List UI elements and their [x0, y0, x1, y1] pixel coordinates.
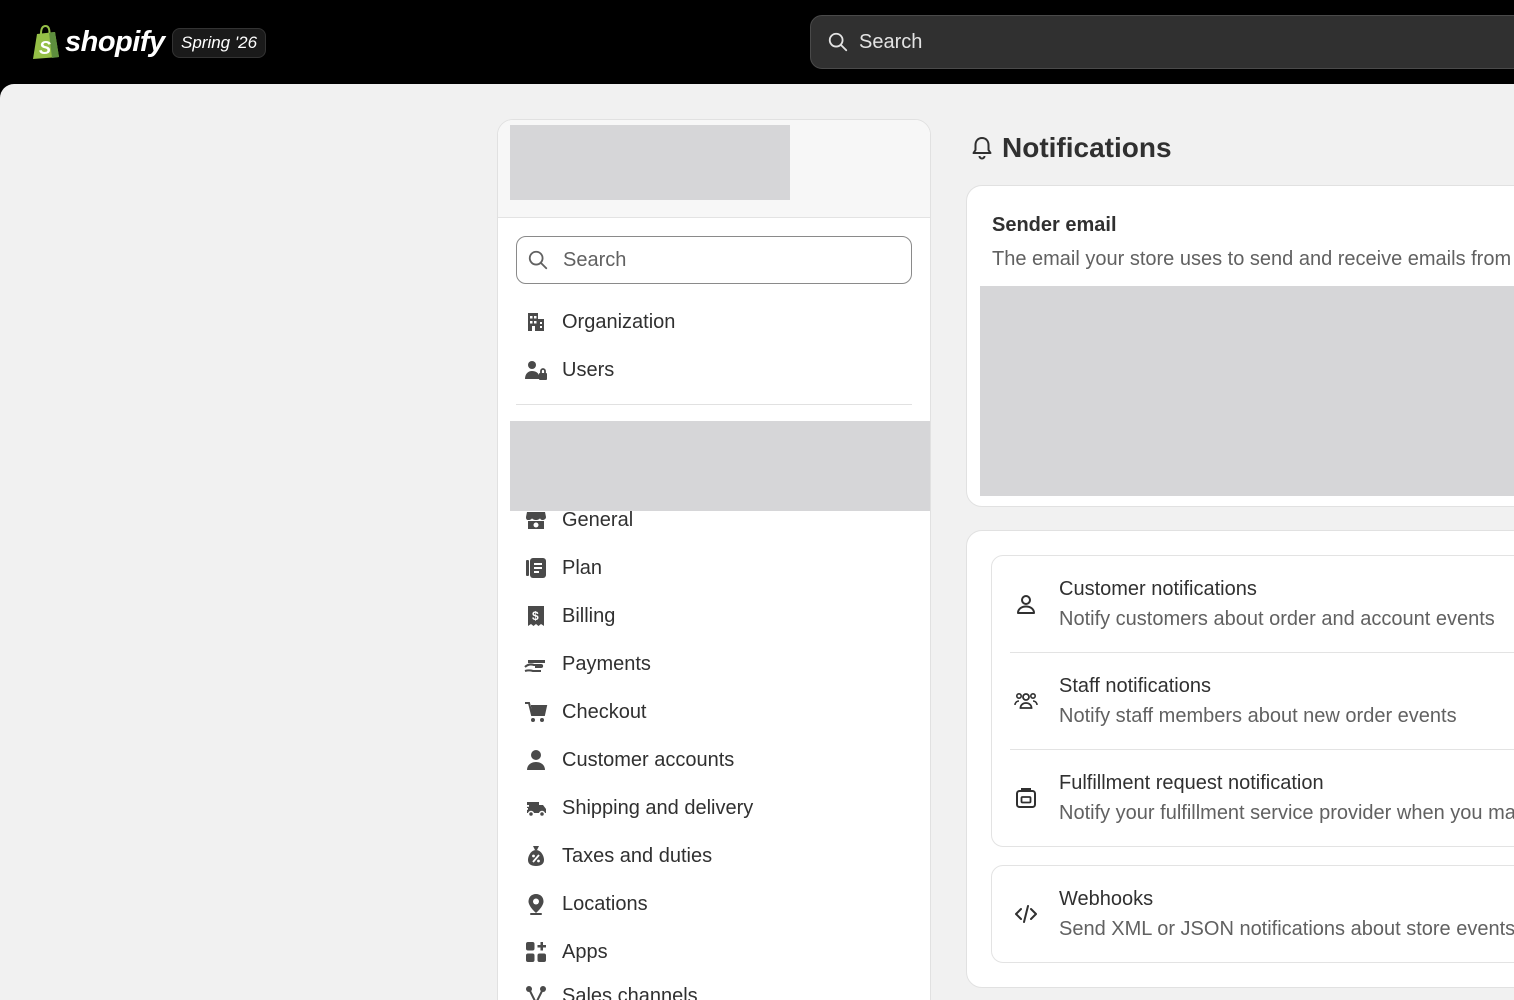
billing-receipt-icon: $ — [524, 604, 548, 628]
sidebar-item-customer-accounts[interactable]: Customer accounts — [524, 740, 734, 780]
store-header — [498, 120, 930, 218]
version-badge: Spring '26 — [172, 28, 267, 58]
bell-icon — [972, 137, 992, 160]
sidebar-item-label: Billing — [562, 604, 616, 627]
cart-icon — [524, 700, 548, 724]
plan-icon — [524, 556, 548, 580]
search-icon — [528, 250, 548, 270]
webhooks-group: Webhooks Send XML or JSON notifications … — [991, 865, 1514, 963]
sender-email-title: Sender email — [992, 214, 1117, 236]
sender-email-description: The email your store uses to send and re… — [992, 248, 1514, 270]
page-title: Notifications — [970, 128, 1172, 168]
sidebar-item-label: Customer accounts — [562, 748, 735, 771]
shopify-logo[interactable]: S shopify — [30, 22, 165, 62]
sales-channels-icon — [524, 984, 548, 1000]
notification-title: Webhooks — [1059, 888, 1154, 910]
sidebar-divider — [516, 404, 912, 405]
redacted-section — [510, 421, 930, 511]
sidebar-item-billing[interactable]: $ Billing — [524, 596, 615, 636]
sidebar-item-taxes[interactable]: Taxes and duties — [524, 836, 712, 876]
customer-notifications-row[interactable]: Customer notifications Notify customers … — [992, 556, 1514, 652]
sidebar-item-label: Sales channels — [562, 984, 698, 1000]
sidebar-item-checkout[interactable]: Checkout — [524, 692, 647, 732]
redacted-sender-email — [980, 286, 1514, 496]
payments-hand-icon — [524, 652, 548, 676]
sidebar-item-label: Checkout — [562, 700, 647, 723]
notifications-card: Customer notifications Notify customers … — [966, 530, 1514, 988]
sidebar-item-label: Shipping and delivery — [562, 796, 754, 819]
sidebar-item-label: Users — [562, 358, 615, 381]
location-pin-icon — [524, 892, 548, 916]
notification-title: Staff notifications — [1059, 675, 1211, 697]
shopify-bag-icon: S — [33, 24, 59, 59]
sidebar-item-locations[interactable]: Locations — [524, 884, 648, 924]
staff-notifications-row[interactable]: Staff notifications Notify staff members… — [992, 653, 1514, 749]
sidebar-item-apps[interactable]: Apps — [524, 932, 608, 972]
sidebar-item-sales-channels[interactable]: Sales channels — [524, 976, 698, 1000]
fulfillment-icon — [1014, 786, 1038, 810]
notification-description: Notify your fulfillment service provider… — [1059, 802, 1514, 824]
store-icon — [524, 508, 548, 532]
sidebar-item-label: Plan — [562, 556, 603, 579]
page-title-text: Notifications — [1002, 132, 1172, 163]
webhooks-row[interactable]: Webhooks Send XML or JSON notifications … — [992, 866, 1514, 962]
sidebar-item-label: Payments — [562, 652, 651, 675]
settings-sidebar: Search Organization Users General Plan $… — [497, 119, 931, 1000]
global-search[interactable]: Search — [810, 15, 1514, 69]
person-icon — [524, 748, 548, 772]
svg-text:S: S — [39, 38, 51, 58]
code-icon — [1014, 902, 1038, 926]
svg-text:$: $ — [532, 609, 539, 623]
notification-group: Customer notifications Notify customers … — [991, 555, 1514, 847]
sidebar-item-shipping[interactable]: Shipping and delivery — [524, 788, 753, 828]
apps-grid-icon — [524, 940, 548, 964]
search-icon — [828, 32, 848, 52]
sidebar-item-label: Locations — [562, 892, 648, 915]
sidebar-item-label: Apps — [562, 940, 608, 963]
sender-email-card: Sender email The email your store uses t… — [966, 185, 1514, 507]
sidebar-item-label: Taxes and duties — [562, 844, 713, 867]
sidebar-item-organization[interactable]: Organization — [524, 302, 675, 342]
sidebar-item-payments[interactable]: Payments — [524, 644, 651, 684]
sidebar-item-plan[interactable]: Plan — [524, 548, 602, 588]
global-search-placeholder: Search — [859, 30, 923, 53]
group-icon — [1014, 689, 1038, 713]
notification-description: Notify customers about order and account… — [1059, 608, 1495, 630]
settings-search-placeholder: Search — [563, 248, 627, 271]
tax-bag-icon — [524, 844, 548, 868]
notification-description: Send XML or JSON notifications about sto… — [1059, 918, 1514, 940]
main-surface: Search Organization Users General Plan $… — [0, 84, 1514, 1000]
building-icon — [524, 310, 548, 334]
sidebar-item-label: Organization — [562, 310, 676, 333]
notification-description: Notify staff members about new order eve… — [1059, 705, 1457, 727]
redacted-store-info — [510, 125, 790, 200]
sidebar-item-label: General — [562, 508, 634, 531]
truck-icon — [524, 796, 548, 820]
brand-wordmark: shopify — [65, 26, 165, 58]
fulfillment-notification-row[interactable]: Fulfillment request notification Notify … — [992, 750, 1514, 846]
settings-search-input[interactable]: Search — [516, 236, 912, 284]
notification-title: Fulfillment request notification — [1059, 772, 1324, 794]
top-bar: S shopify Spring '26 Search — [0, 0, 1514, 84]
sidebar-item-users[interactable]: Users — [524, 350, 614, 390]
person-outline-icon — [1014, 592, 1038, 616]
users-lock-icon — [524, 358, 548, 382]
notification-title: Customer notifications — [1059, 578, 1257, 600]
